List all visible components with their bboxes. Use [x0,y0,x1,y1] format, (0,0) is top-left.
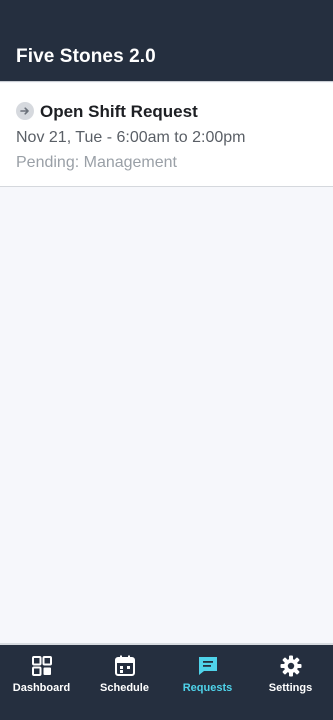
app-root: Five Stones 2.0 Open Shift Request Nov 2… [0,0,333,720]
request-list-item[interactable]: Open Shift Request Nov 21, Tue - 6:00am … [0,83,333,187]
tab-settings-label: Settings [268,682,313,694]
grid-icon [30,654,54,678]
app-header: Five Stones 2.0 [0,0,333,82]
page-title: Five Stones 2.0 [16,46,156,67]
tab-schedule[interactable]: Schedule [83,645,166,720]
arrow-right-circle-icon [16,102,34,120]
request-status: Pending: Management [16,154,177,171]
calendar-icon [113,654,137,678]
gear-icon [279,654,303,678]
tab-dashboard[interactable]: Dashboard [0,645,83,720]
request-title: Open Shift Request [40,102,198,121]
chat-icon [196,654,220,678]
tab-settings[interactable]: Settings [249,645,332,720]
request-datetime: Nov 21, Tue - 6:00am to 2:00pm [16,129,246,146]
tab-requests[interactable]: Requests [166,645,249,720]
bottom-tab-bar: Dashboard Schedule Requests Settings [0,643,333,720]
tab-dashboard-label: Dashboard [12,682,71,694]
tab-requests-label: Requests [182,682,233,694]
tab-schedule-label: Schedule [100,682,149,694]
